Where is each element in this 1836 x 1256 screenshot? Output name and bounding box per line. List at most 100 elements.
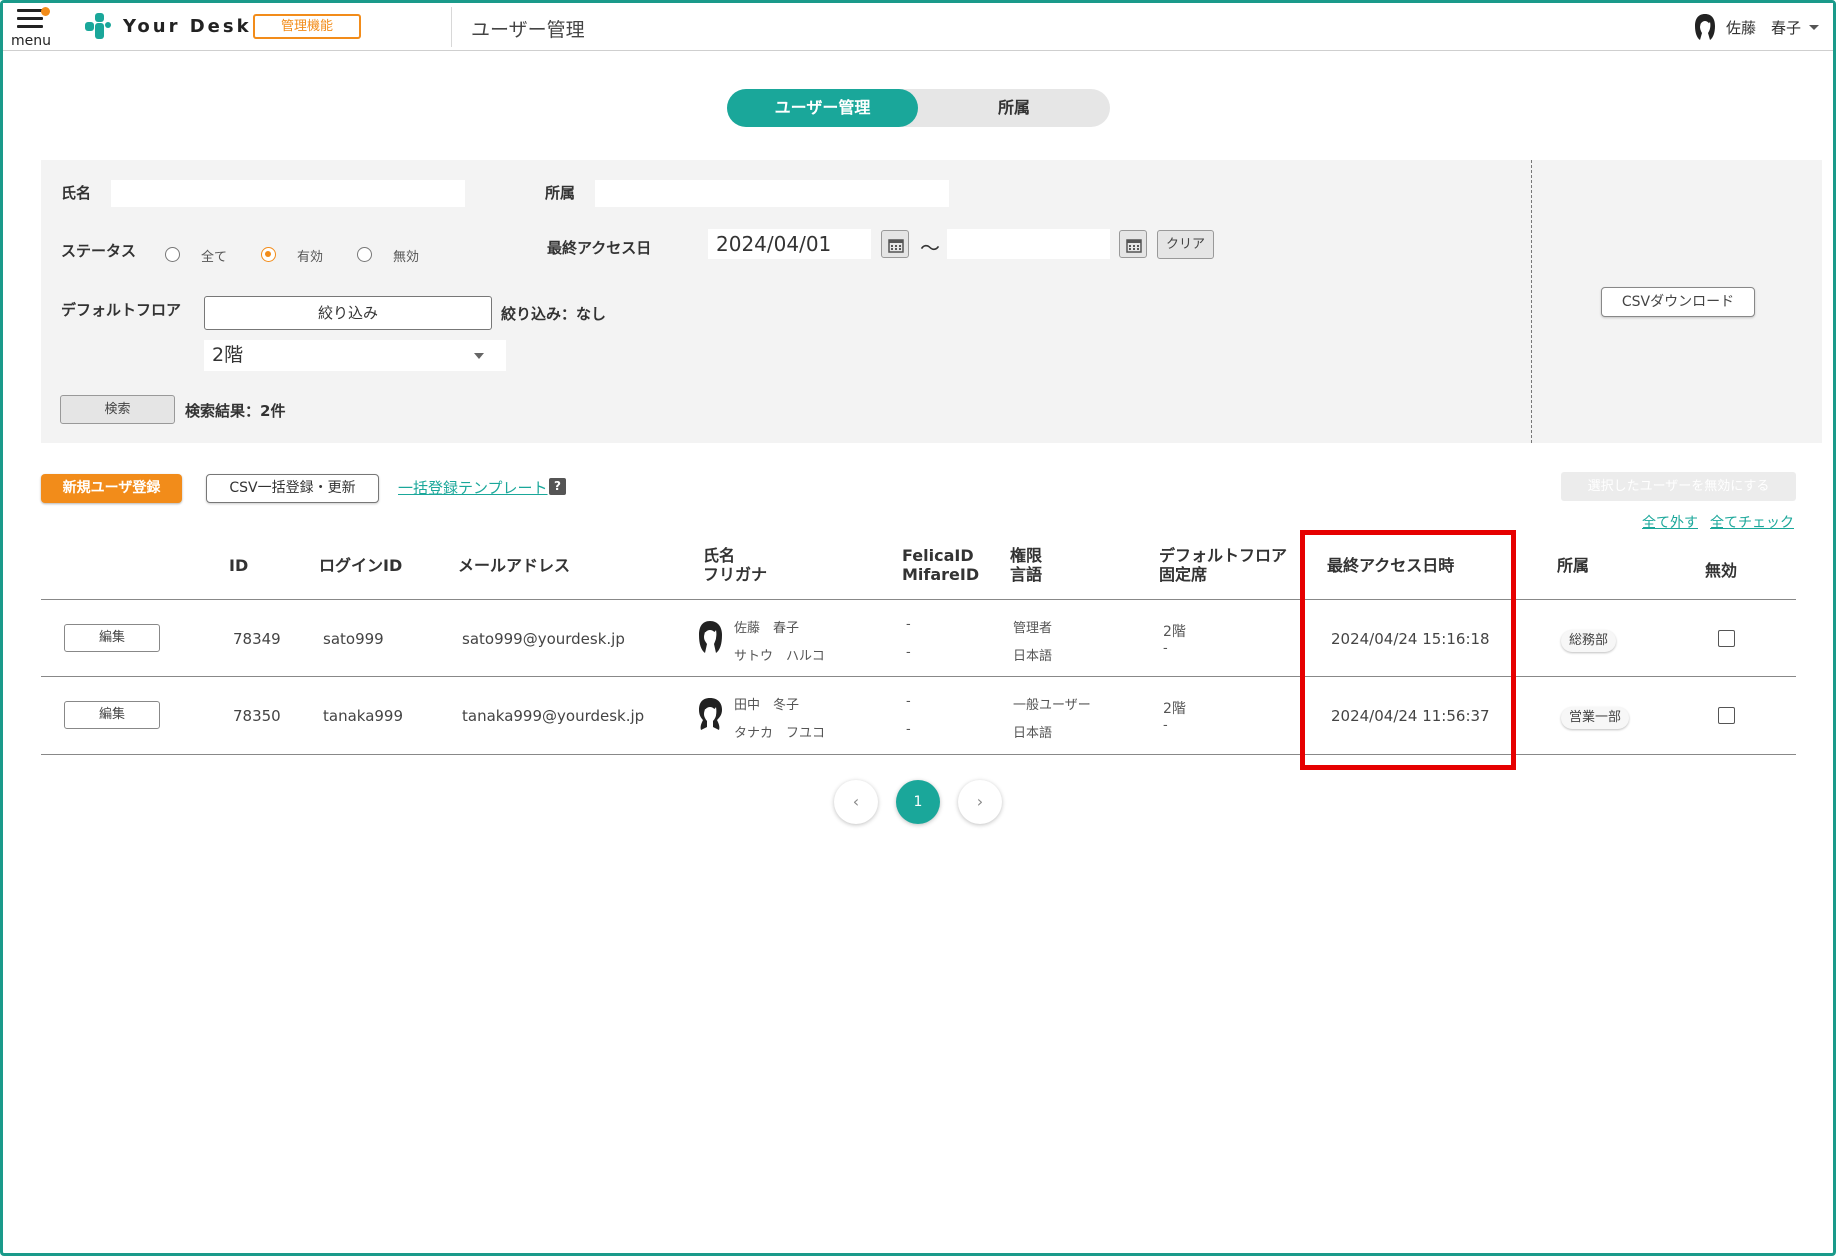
cell-furigana: サトウ ハルコ [734, 649, 825, 664]
search-result-count: 検索結果：2件 [185, 402, 286, 420]
search-button[interactable]: 検索 [60, 395, 175, 424]
disable-checkbox[interactable] [1718, 630, 1735, 647]
cell-mifare: - [906, 722, 911, 737]
csv-bulk-register-button[interactable]: CSV一括登録・更新 [206, 474, 379, 503]
cell-seat: - [1163, 641, 1168, 656]
department-tag: 総務部 [1561, 630, 1617, 652]
table-divider [41, 676, 1796, 677]
department-tag: 営業一部 [1561, 707, 1630, 729]
clear-button[interactable]: クリア [1157, 230, 1214, 259]
date-to-input[interactable] [947, 229, 1110, 259]
filter-button[interactable]: 絞り込み [204, 296, 492, 330]
cell-felica: - [906, 694, 911, 709]
table-divider [41, 754, 1796, 755]
column-header-role: 権限 [1010, 546, 1043, 565]
menu-button[interactable]: menu [11, 5, 55, 49]
department-label: 所属 [545, 184, 576, 202]
date-range-separator: 〜 [920, 236, 940, 260]
floor-select[interactable]: 2階 [204, 340, 506, 371]
cell-email: sato999@yourdesk.jp [462, 630, 625, 648]
column-header-mifare: MifareID [902, 565, 980, 584]
notification-dot [41, 7, 50, 16]
cell-floor: 2階 [1163, 624, 1186, 640]
department-input[interactable] [595, 180, 949, 207]
user-name: 佐藤 春子 [1725, 18, 1801, 37]
cell-floor: 2階 [1163, 701, 1186, 717]
default-floor-label: デフォルトフロア [61, 301, 182, 319]
uncheck-all-link[interactable]: 全て外す [1642, 512, 1698, 532]
edit-button[interactable]: 編集 [64, 624, 160, 652]
table-divider [41, 599, 1796, 600]
column-header-felica: FelicaID [902, 546, 974, 565]
help-icon[interactable]: ? [549, 478, 566, 495]
logo-text: Your Desk [123, 15, 252, 37]
pagination-page-1[interactable]: 1 [896, 780, 940, 824]
user-avatar-icon [699, 698, 722, 730]
user-avatar-icon [1694, 14, 1715, 40]
dropdown-arrow-icon [474, 353, 484, 359]
pagination-prev-button[interactable]: ‹ [834, 780, 878, 824]
logo-icon [85, 13, 111, 39]
admin-badge: 管理機能 [253, 14, 361, 39]
cell-id: 78350 [233, 707, 281, 725]
status-active-label: 有効 [297, 250, 324, 265]
status-radio-all[interactable] [165, 247, 180, 262]
edit-button[interactable]: 編集 [64, 701, 160, 729]
calendar-icon[interactable] [881, 230, 909, 258]
filter-status: 絞り込み：なし [501, 305, 607, 323]
cell-role: 管理者 [1013, 621, 1053, 636]
app-header: menu Your Desk 管理機能 ユーザー管理 佐藤 春子 [3, 3, 1833, 51]
user-avatar-icon [699, 621, 722, 653]
column-header-email: メールアドレス [458, 556, 571, 575]
app-logo[interactable]: Your Desk [85, 13, 252, 39]
cell-language: 日本語 [1013, 649, 1053, 664]
status-radio-inactive[interactable] [357, 247, 372, 262]
cell-role: 一般ユーザー [1013, 698, 1091, 713]
date-from-input[interactable]: 2024/04/01 [708, 229, 871, 259]
cell-furigana: タナカ フユコ [734, 726, 826, 741]
floor-select-value: 2階 [212, 344, 244, 366]
column-header-default-floor: デフォルトフロア [1159, 546, 1288, 565]
page-title: ユーザー管理 [471, 19, 585, 41]
disable-checkbox[interactable] [1718, 707, 1735, 724]
search-panel: 氏名 所属 ステータス 全て 有効 無効 最終アクセス日 2024/04/01 … [41, 160, 1822, 443]
panel-divider [1531, 160, 1532, 443]
pagination-next-button[interactable]: › [958, 780, 1002, 824]
calendar-icon[interactable] [1119, 230, 1147, 258]
column-header-department: 所属 [1557, 556, 1590, 575]
name-label: 氏名 [61, 184, 92, 202]
cell-login-id: sato999 [323, 630, 384, 648]
bulk-template-link[interactable]: 一括登録テンプレート [398, 477, 548, 498]
cell-felica: - [906, 617, 911, 632]
menu-label: menu [11, 33, 51, 49]
column-header-name: 氏名 [703, 546, 736, 565]
cell-email: tanaka999@yourdesk.jp [462, 707, 645, 725]
tab-department[interactable]: 所属 [918, 89, 1110, 127]
status-radio-active[interactable] [261, 247, 276, 262]
cell-name: 佐藤 春子 [734, 621, 800, 636]
cell-seat: - [1163, 718, 1168, 733]
check-all-link[interactable]: 全てチェック [1710, 512, 1794, 532]
cell-id: 78349 [233, 630, 281, 648]
column-header-id: ID [229, 556, 249, 575]
status-all-label: 全て [201, 250, 228, 265]
status-inactive-label: 無効 [393, 250, 420, 265]
name-input[interactable] [111, 180, 465, 207]
new-user-button[interactable]: 新規ユーザ登録 [41, 474, 182, 503]
tab-switcher: ユーザー管理 所属 [727, 89, 1110, 127]
column-header-disabled: 無効 [1705, 561, 1738, 580]
disable-selected-button[interactable]: 選択したユーザーを無効にする [1561, 472, 1796, 501]
user-menu[interactable]: 佐藤 春子 [1694, 13, 1819, 41]
chevron-down-icon [1809, 24, 1819, 30]
column-header-language: 言語 [1010, 565, 1043, 584]
csv-download-button[interactable]: CSVダウンロード [1601, 287, 1755, 317]
cell-mifare: - [906, 645, 911, 660]
highlight-box [1300, 530, 1516, 770]
cell-login-id: tanaka999 [323, 707, 404, 725]
header-divider [451, 7, 452, 47]
cell-language: 日本語 [1013, 726, 1053, 741]
column-header-fixed-seat: 固定席 [1159, 565, 1208, 584]
cell-name: 田中 冬子 [734, 698, 800, 713]
hamburger-icon [17, 9, 43, 29]
tab-user-management[interactable]: ユーザー管理 [727, 89, 918, 127]
